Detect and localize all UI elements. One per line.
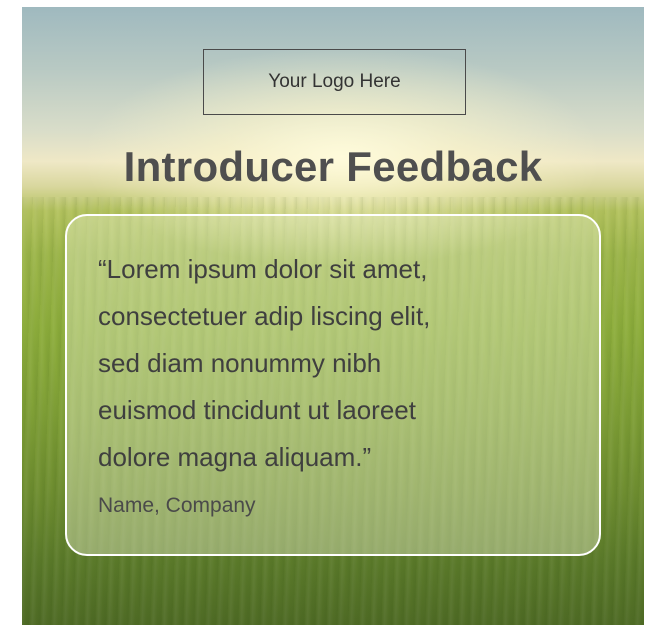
- feedback-graphic: Your Logo Here Introducer Feedback “Lore…: [22, 7, 644, 625]
- quote-line: “Lorem ipsum dolor sit amet,: [98, 254, 428, 284]
- quote-line: dolore magna aliquam.”: [98, 442, 372, 472]
- page-title: Introducer Feedback: [123, 143, 543, 190]
- logo-label: Your Logo Here: [268, 71, 401, 92]
- quote-line: euismod tincidunt ut laoreet: [98, 395, 416, 425]
- logo-placeholder: Your Logo Here: [203, 49, 466, 115]
- testimonial-quote: “Lorem ipsum dolor sit amet, consectetue…: [98, 246, 578, 481]
- quote-line: sed diam nonummy nibh: [98, 348, 382, 378]
- testimonial-attribution: Name, Company: [98, 494, 256, 517]
- testimonial-card: “Lorem ipsum dolor sit amet, consectetue…: [65, 214, 601, 556]
- quote-line: consectetuer adip liscing elit,: [98, 301, 431, 331]
